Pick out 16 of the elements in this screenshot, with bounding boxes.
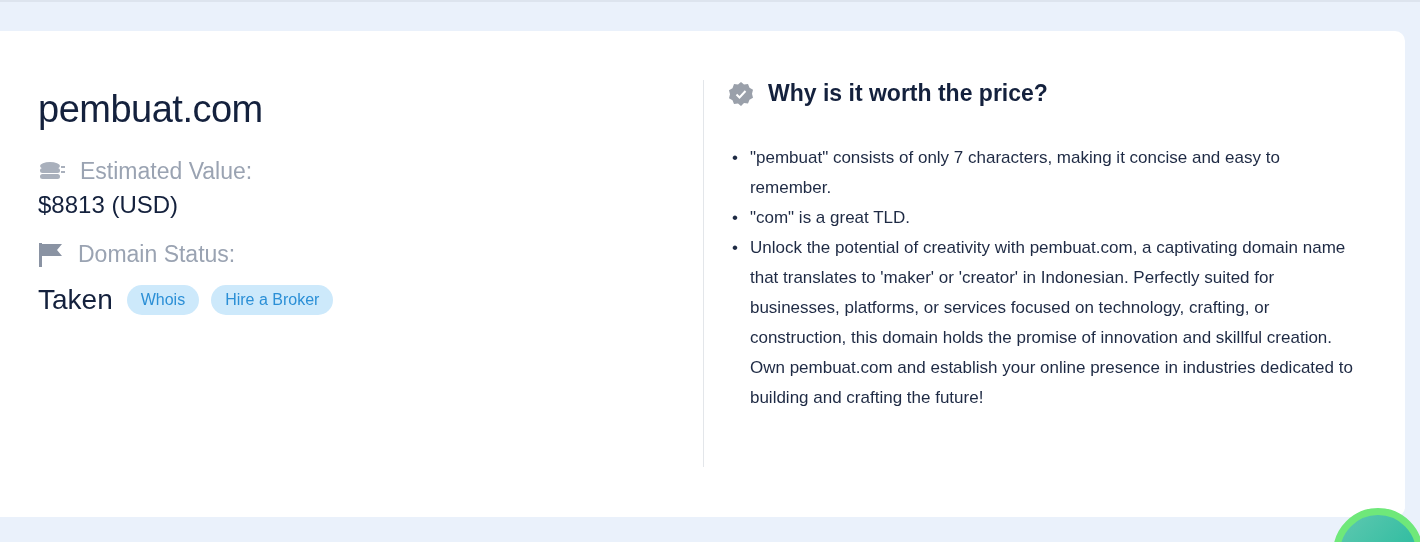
bullet: • [732,207,738,229]
estimated-value-label: Estimated Value: [80,158,253,185]
domain-name: pembuat.com [38,87,264,132]
flag-icon [38,241,64,268]
worth-point: "com" is a great TLD. [749,207,912,229]
bullet: • [732,147,738,169]
bullet: • [732,237,738,259]
worth-point: Unlock the potential of creativity with pembuat.com, a captivating domain name that translates to 'maker' or 'creator' in Indonesian. Perfectly suited for businesses, platforms, or services focused on technology, crafting, or construction, this domain holds the promise of innovation and skillful creation. Own pembuat.com and establish your online presence in industries dedicated to building and crafting the future! [749,237,1354,409]
status-link[interactable]: Hire a Broker [211,285,334,315]
worth-point: "pembuat" consists of only 7 characters, making it concise and easy to remember. [749,147,1281,199]
verified-badge-icon [728,80,754,107]
status-link[interactable]: Whois [126,285,200,315]
estimated-value: $8813 (USD) [38,191,180,219]
domain-status: Taken [38,284,113,316]
domain-status-label: Domain Status: [78,241,236,268]
worth-title: Why is it worth the price? [768,80,1048,107]
